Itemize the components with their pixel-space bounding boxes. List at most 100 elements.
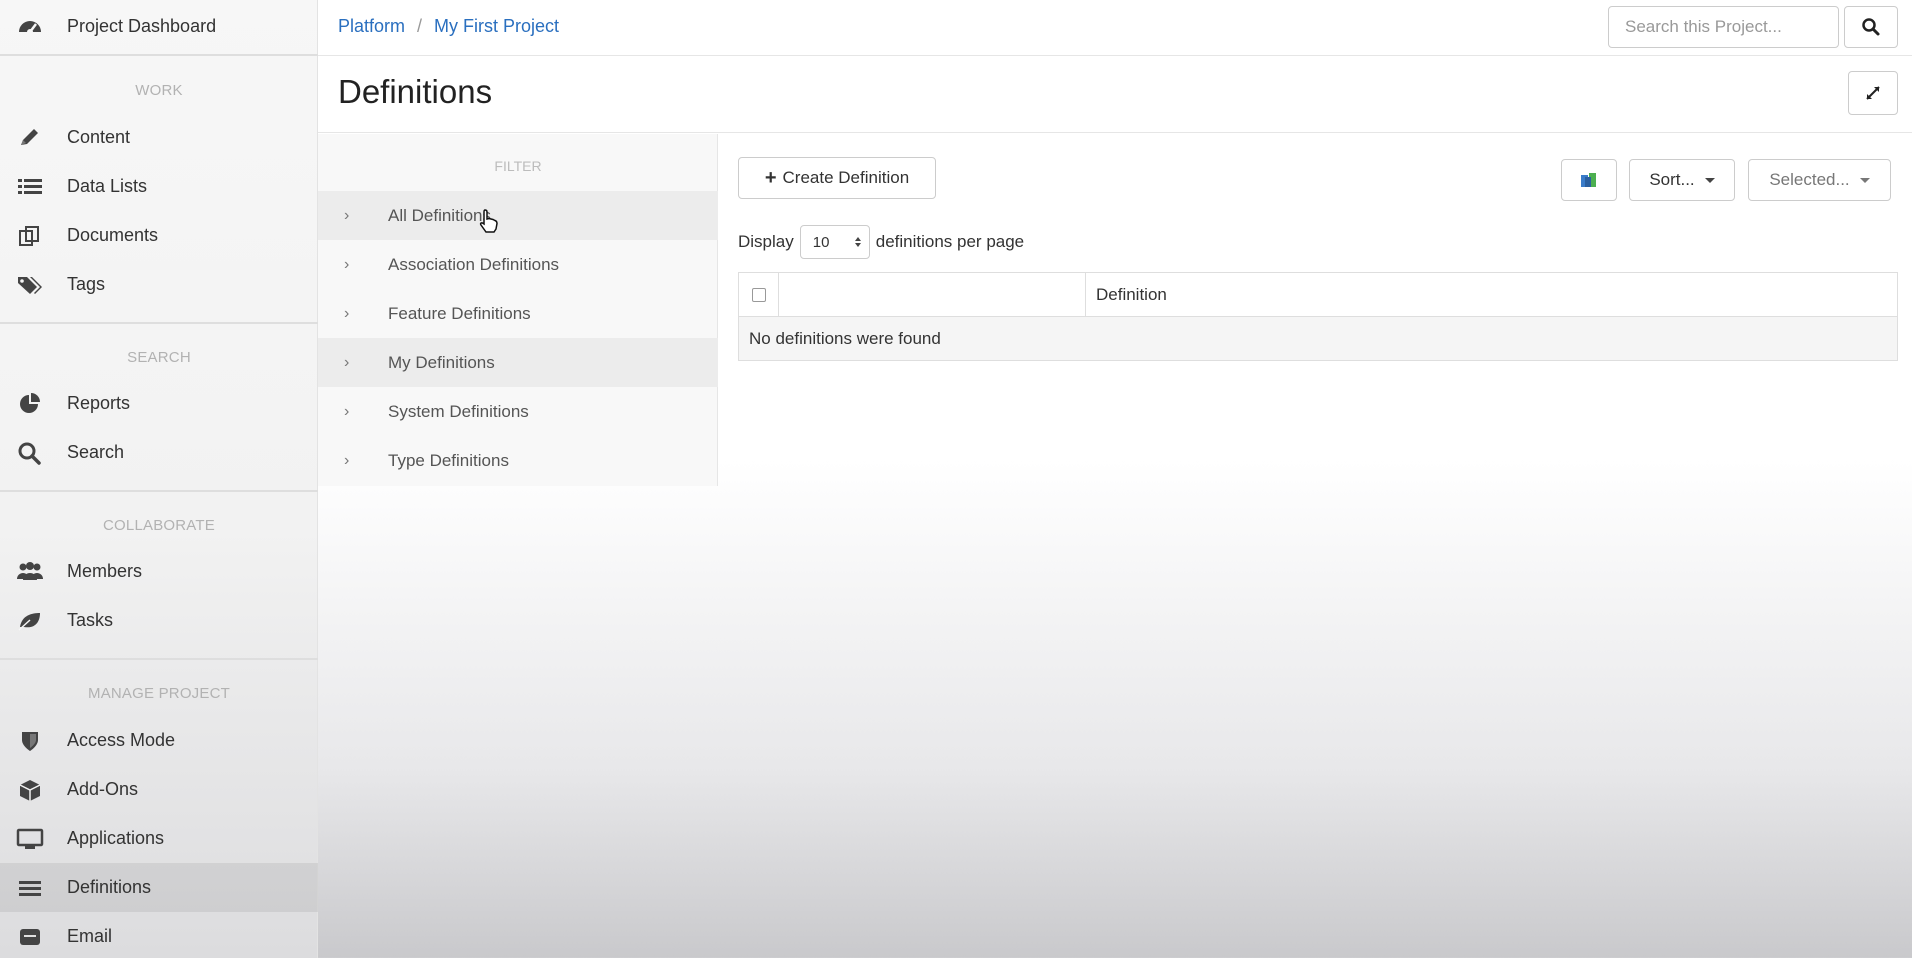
sidebar-item-label: Email [67, 926, 113, 946]
filter-item-my-definitions[interactable]: › My Definitions [318, 338, 718, 387]
select-arrows-icon [854, 237, 861, 247]
sidebar-section-manage: MANAGE PROJECT [88, 685, 230, 702]
sidebar-item-email[interactable]: Email [0, 912, 318, 958]
bookmark-icon [1581, 173, 1596, 187]
filter-item-association-definitions[interactable]: › Association Definitions [318, 240, 718, 289]
fullscreen-button[interactable] [1848, 71, 1898, 115]
definitions-table: Definition No definitions were found [738, 272, 1898, 361]
sidebar-divider [0, 322, 318, 324]
search-button[interactable] [1844, 6, 1898, 48]
breadcrumb-separator: / [417, 16, 423, 36]
page-size-select[interactable]: 10 [799, 225, 870, 259]
monitor-icon [15, 826, 45, 852]
sidebar-item-content[interactable]: Content [0, 113, 318, 162]
chevron-right-icon: › [344, 206, 350, 224]
dashboard-icon [15, 14, 45, 40]
filter-item-type-definitions[interactable]: › Type Definitions [318, 436, 718, 485]
shield-icon [15, 728, 45, 754]
filter-item-system-definitions[interactable]: › System Definitions [318, 387, 718, 436]
sidebar-divider [0, 490, 318, 492]
sidebar-item-reports[interactable]: Reports [0, 379, 318, 428]
breadcrumb: Platform / My First Project [338, 16, 559, 37]
filter-item-label: Type Definitions [388, 450, 509, 470]
sidebar-item-add-ons[interactable]: Add-Ons [0, 765, 318, 814]
filter-panel: FILTER › All Definitions › Association D… [318, 134, 718, 486]
tags-icon [15, 272, 45, 298]
pencil-icon [15, 125, 45, 151]
documents-icon [15, 223, 45, 249]
chevron-right-icon: › [344, 402, 350, 420]
sidebar-section-collaborate: COLLABORATE [103, 517, 215, 534]
sidebar-item-label: Search [67, 442, 125, 462]
sidebar-item-definitions[interactable]: Definitions [0, 863, 318, 912]
sidebar-item-label: Tags [67, 274, 106, 294]
pie-chart-icon [15, 391, 45, 417]
sidebar-item-tasks[interactable]: Tasks [0, 596, 318, 645]
breadcrumb-project-link[interactable]: My First Project [434, 16, 559, 37]
table-header-row: Definition [738, 272, 1898, 317]
sidebar-item-documents[interactable]: Documents [0, 211, 318, 260]
sidebar-section-work: WORK [135, 82, 183, 99]
column-header-blank [778, 272, 1086, 317]
filter-item-feature-definitions[interactable]: › Feature Definitions [318, 289, 718, 338]
sidebar-item-label: Content [67, 127, 131, 147]
sort-dropdown[interactable]: Sort... [1629, 159, 1735, 201]
sidebar-item-access-mode[interactable]: Access Mode [0, 716, 318, 765]
table-row: No definitions were found [738, 316, 1898, 361]
display-suffix: definitions per page [875, 232, 1025, 251]
selected-dropdown[interactable]: Selected... [1748, 159, 1891, 201]
hand-cursor-icon [479, 209, 498, 233]
selected-label: Selected... [1769, 170, 1850, 189]
leaf-icon [15, 608, 45, 634]
plus-icon: + [764, 166, 777, 189]
sidebar-item-search[interactable]: Search [0, 428, 318, 477]
sidebar-item-data-lists[interactable]: Data Lists [0, 162, 318, 211]
sidebar-section-search: SEARCH [127, 349, 191, 366]
page-size-row: Display 10 definitions per page [738, 225, 1024, 259]
filter-item-label: Feature Definitions [388, 303, 531, 323]
sidebar-item-members[interactable]: Members [0, 547, 318, 596]
sidebar-item-label: Add-Ons [67, 779, 139, 799]
sidebar-divider [0, 658, 318, 660]
sidebar-item-label: Members [67, 561, 143, 581]
sidebar-item-label: Data Lists [67, 176, 148, 196]
filter-item-label: My Definitions [388, 352, 495, 372]
list-icon [15, 174, 45, 200]
bookmark-button[interactable] [1561, 159, 1617, 201]
expand-icon [1866, 86, 1880, 100]
filter-item-label: Association Definitions [388, 254, 560, 274]
sidebar-item-label: Documents [67, 225, 159, 245]
filter-item-all-definitions[interactable]: › All Definitions [318, 191, 718, 240]
caret-down-icon [1859, 177, 1870, 183]
sidebar-item-applications[interactable]: Applications [0, 814, 318, 863]
top-bar: Platform / My First Project [318, 0, 1912, 56]
sidebar-item-tags[interactable]: Tags [0, 260, 318, 309]
sidebar-divider [0, 54, 318, 56]
chevron-right-icon: › [344, 353, 350, 371]
sidebar-item-project-dashboard[interactable]: Project Dashboard [0, 2, 318, 51]
column-header-definition[interactable]: Definition [1085, 272, 1898, 317]
users-icon [15, 559, 45, 585]
sidebar-item-label: Applications [67, 828, 165, 848]
search-input[interactable] [1608, 6, 1839, 48]
filter-item-label: System Definitions [388, 401, 529, 421]
sidebar-item-label: Access Mode [67, 730, 176, 750]
select-all-header [738, 272, 779, 317]
select-all-checkbox[interactable] [751, 288, 766, 303]
caret-down-icon [1704, 177, 1715, 183]
sidebar-item-label: Project Dashboard [67, 16, 217, 36]
cube-icon [15, 777, 45, 803]
chevron-right-icon: › [344, 451, 350, 469]
sidebar: Project Dashboard WORK Content Data List… [0, 0, 318, 958]
create-definition-label: Create Definition [782, 168, 910, 187]
sidebar-item-label: Tasks [67, 610, 114, 630]
envelope-icon [15, 924, 45, 950]
page-size-value: 10 [812, 233, 830, 251]
breadcrumb-platform-link[interactable]: Platform [338, 16, 405, 37]
empty-message: No definitions were found [738, 316, 1898, 361]
create-definition-button[interactable]: + Create Definition [738, 157, 936, 199]
sort-label: Sort... [1649, 170, 1695, 189]
sidebar-item-label: Reports [67, 393, 131, 413]
chevron-right-icon: › [344, 304, 350, 322]
display-prefix: Display [738, 232, 794, 251]
